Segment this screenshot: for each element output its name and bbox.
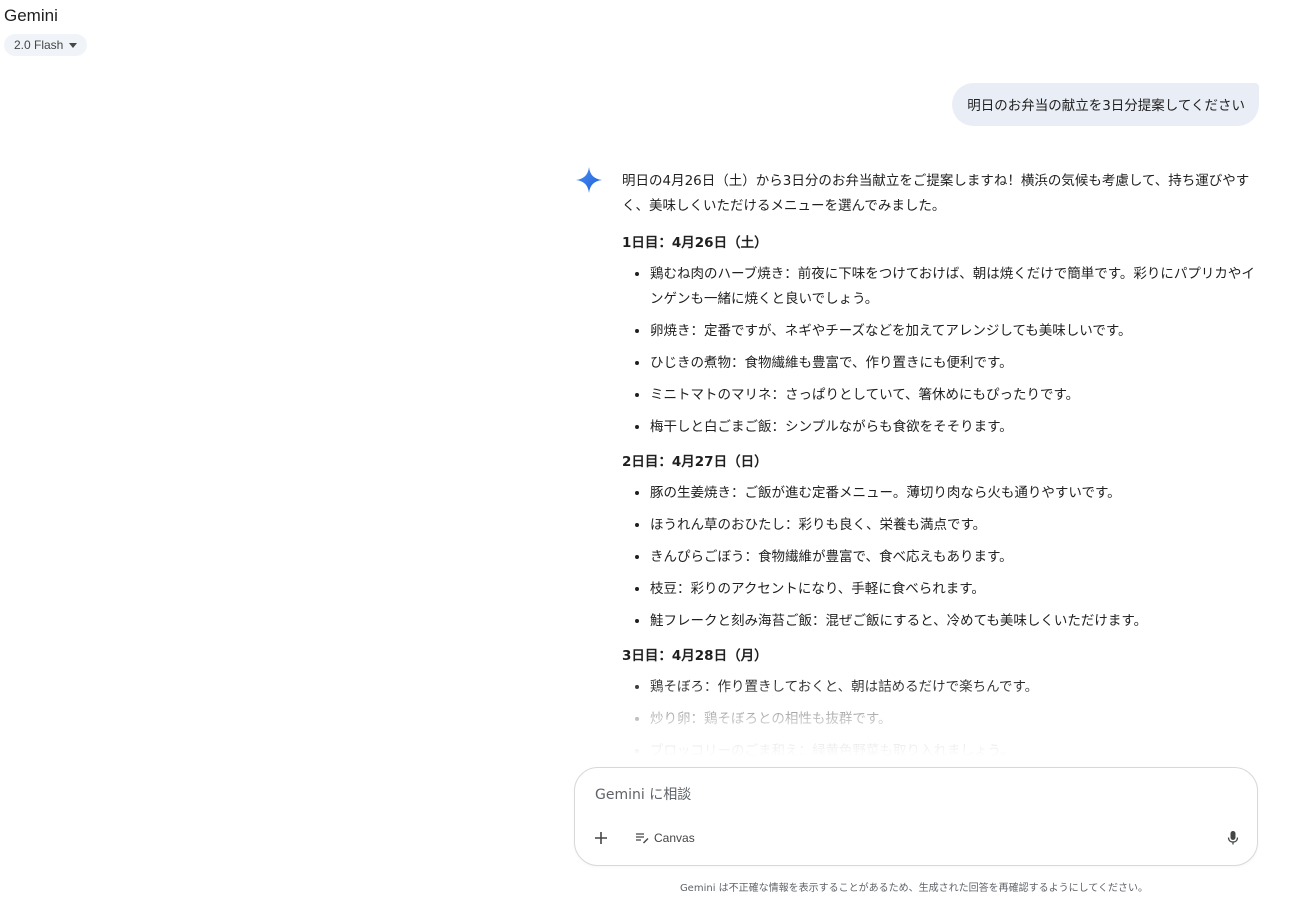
prompt-input[interactable] [593,782,1197,808]
disclaimer-text: Gemini は不正確な情報を表示することがあるため、生成された回答を再確認する… [679,883,1149,894]
menu-list: 鶏そぼろ：作り置きしておくと、朝は詰めるだけで楽ちんです。 炒り卵：鶏そぼろとの… [622,675,1260,764]
menu-item: 卵焼き：定番ですが、ネギやチーズなどを加えてアレンジしても美味しいです。 [650,319,1260,344]
menu-item: きんぴらごぼう：食物繊維が豊富で、食べ応えもあります。 [650,545,1260,570]
response-intro: 明日の4月26日（土）から3日分のお弁当献立をご提案しますね！横浜の気候も考慮し… [622,173,1250,214]
caret-down-icon [69,42,78,48]
menu-item: ミニトマトのマリネ：さっぱりとしていて、箸休めにもぴったりです。 [650,383,1260,408]
menu-item: 鮭フレークと刻み海苔ご飯：混ぜご飯にすると、冷めても美味しくいただけます。 [650,609,1260,634]
gemini-chat-page: Gemini 2.0 Flash 明日のお弁当の献立を3日分提案してください 明… [0,0,1306,905]
response-body: 明日の4月26日（土）から3日分のお弁当献立をご提案しますね！横浜の気候も考慮し… [622,169,1260,770]
menu-item: ブロッコリーのごま和え：緑黄色野菜も取り入れましょう。 [650,739,1260,764]
menu-item: ほうれん草のおひたし：彩りも良く、栄養も満点です。 [650,513,1260,538]
menu-item: 鶏むね肉のハーブ焼き：前夜に下味をつけておけば、朝は焼くだけで簡単です。彩りにパ… [650,262,1260,312]
menu-item: 鶏そぼろ：作り置きしておくと、朝は詰めるだけで楽ちんです。 [650,675,1260,700]
menu-item: 豚の生姜焼き：ご飯が進む定番メニュー。薄切り肉なら火も通りやすいです。 [650,481,1260,506]
plus-icon [595,832,607,844]
day-heading: 1日目：4月26日（土） [622,235,768,251]
menu-item: ひじきの煮物：食物繊維も豊富で、作り置きにも便利です。 [650,351,1260,376]
model-selector-button[interactable]: 2.0 Flash [4,34,88,56]
microphone-icon [1227,831,1239,845]
menu-list: 豚の生姜焼き：ご飯が進む定番メニュー。薄切り肉なら火も通りやすいです。 ほうれん… [622,481,1260,634]
gemini-spark-icon [576,167,602,193]
canvas-icon [636,833,649,844]
microphone-button[interactable] [1223,828,1243,848]
menu-item: 枝豆：彩りのアクセントになり、手軽に食べられます。 [650,577,1260,602]
menu-item: 梅干しと白ごまご飯：シンプルながらも食欲をそそります。 [650,415,1260,440]
model-response: 明日の4月26日（土）から3日分のお弁当献立をご提案しますね！横浜の気候も考慮し… [575,165,1265,770]
menu-list: 鶏むね肉のハーブ焼き：前夜に下味をつけておけば、朝は焼くだけで簡単です。彩りにパ… [622,262,1260,440]
add-attachment-button[interactable] [589,826,613,850]
user-message-bubble: 明日のお弁当の献立を3日分提案してください [952,83,1259,126]
canvas-button[interactable]: Canvas [635,828,695,848]
model-label: 2.0 Flash [14,38,64,52]
prompt-composer: Canvas [574,767,1258,866]
day-heading: 2日目：4月27日（日） [622,454,768,470]
app-title: Gemini [4,6,58,25]
menu-item: 炒り卵：鶏そぼろとの相性も抜群です。 [650,707,1260,732]
canvas-label: Canvas [654,831,695,845]
day-heading: 3日目：4月28日（月） [622,648,768,664]
